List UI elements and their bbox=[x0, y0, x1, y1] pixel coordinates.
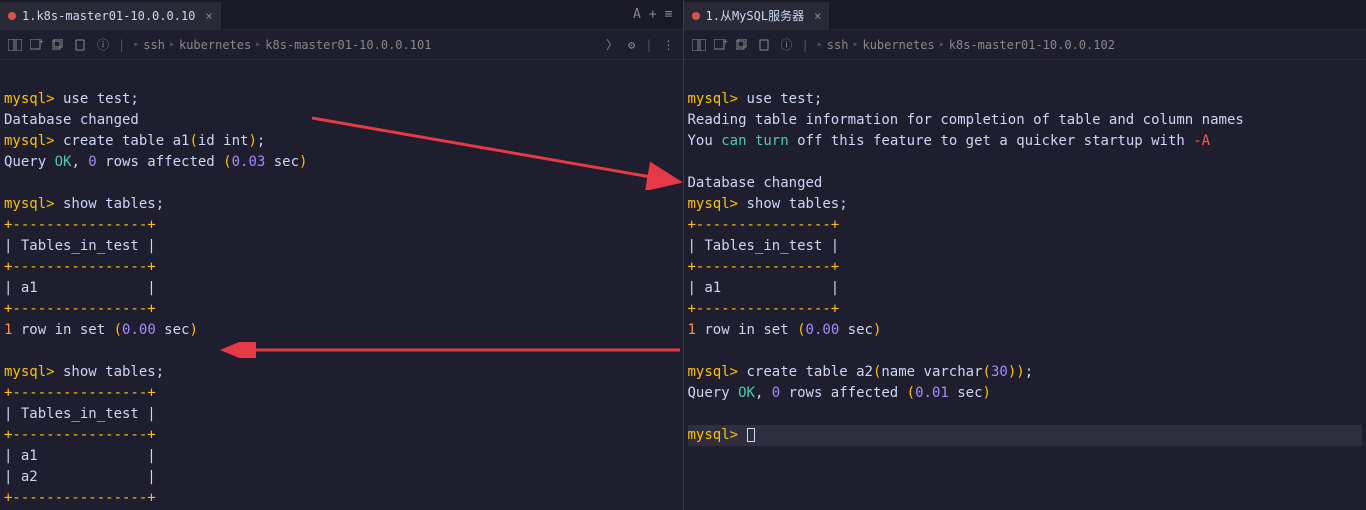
crumb-kubernetes[interactable]: kubernetes bbox=[862, 38, 934, 52]
tab-bar-left: 1.k8s-master01-10.0.0.10 × A + ≡ bbox=[0, 0, 683, 30]
tab-dot-icon bbox=[692, 12, 700, 20]
cursor-icon bbox=[747, 428, 755, 442]
add-panel-icon[interactable]: + bbox=[30, 38, 44, 52]
crumb-host[interactable]: k8s-master01-10.0.0.101 bbox=[265, 38, 431, 52]
more-icon[interactable]: ⋮ bbox=[663, 38, 675, 52]
left-terminal-pane: 1.k8s-master01-10.0.0.10 × A + ≡ + ⓘ | ▸… bbox=[0, 0, 684, 510]
tab-left[interactable]: 1.k8s-master01-10.0.0.10 × bbox=[0, 2, 222, 30]
chevron-right-icon: ▸ bbox=[817, 39, 823, 50]
tab-right[interactable]: 1.从MySQL服务器 × bbox=[684, 2, 831, 30]
chevron-right-icon: ▸ bbox=[169, 39, 175, 50]
crumb-ssh[interactable]: ssh bbox=[827, 38, 849, 52]
tab-dot-icon bbox=[8, 12, 16, 20]
toolbar-right-pane: + ⓘ | ▸ ssh ▸ kubernetes ▸ k8s-master01-… bbox=[684, 30, 1366, 60]
clipboard-icon[interactable] bbox=[758, 38, 772, 52]
chevron-right-icon: ▸ bbox=[133, 39, 139, 50]
terminal-right[interactable]: mysql> use test; Reading table informati… bbox=[684, 60, 1366, 510]
svg-text:+: + bbox=[39, 39, 44, 46]
info-icon[interactable]: ⓘ bbox=[780, 38, 794, 52]
chevron-right-icon: ▸ bbox=[852, 39, 858, 50]
chevron-right-icon: ▸ bbox=[939, 39, 945, 50]
mysql-prompt: mysql> bbox=[4, 91, 55, 107]
plus-icon[interactable]: + bbox=[649, 7, 657, 22]
crumb-ssh[interactable]: ssh bbox=[143, 38, 165, 52]
tab-label: 1.从MySQL服务器 bbox=[706, 7, 805, 24]
copy-icon[interactable] bbox=[736, 38, 750, 52]
tab-bar-right: 1.从MySQL服务器 × bbox=[684, 0, 1366, 30]
close-icon[interactable]: × bbox=[205, 9, 212, 23]
info-icon[interactable]: ⓘ bbox=[96, 38, 110, 52]
split-layout-icon[interactable] bbox=[8, 38, 22, 52]
crumb-kubernetes[interactable]: kubernetes bbox=[179, 38, 251, 52]
crumb-host[interactable]: k8s-master01-10.0.0.102 bbox=[949, 38, 1115, 52]
tab-label: 1.k8s-master01-10.0.0.10 bbox=[22, 9, 195, 23]
copy-icon[interactable] bbox=[52, 38, 66, 52]
chevron-right-icon: ▸ bbox=[255, 39, 261, 50]
breadcrumb: ▸ ssh ▸ kubernetes ▸ k8s-master01-10.0.0… bbox=[133, 38, 431, 52]
tab-bar-actions: A + ≡ bbox=[633, 7, 682, 22]
right-terminal-pane: 1.从MySQL服务器 × + ⓘ | ▸ ssh ▸ kubernetes ▸… bbox=[684, 0, 1366, 510]
split-layout-icon[interactable] bbox=[692, 38, 706, 52]
clipboard-icon[interactable] bbox=[74, 38, 88, 52]
toolbar-left: + ⓘ | ▸ ssh ▸ kubernetes ▸ k8s-master01-… bbox=[0, 30, 683, 60]
svg-text:+: + bbox=[723, 39, 728, 46]
close-icon[interactable]: × bbox=[814, 9, 821, 23]
zoom-a-icon[interactable]: A bbox=[633, 7, 641, 22]
gear-icon[interactable]: ⚙ bbox=[628, 38, 635, 52]
menu-icon[interactable]: ≡ bbox=[665, 7, 673, 22]
terminal-left[interactable]: mysql> use test; Database changed mysql>… bbox=[0, 60, 683, 510]
add-panel-icon[interactable]: + bbox=[714, 38, 728, 52]
toolbar-right: 〉 ⚙ | ⋮ bbox=[606, 36, 674, 53]
breadcrumb: ▸ ssh ▸ kubernetes ▸ k8s-master01-10.0.0… bbox=[817, 38, 1115, 52]
chevron-right-arrow-icon[interactable]: 〉 bbox=[606, 36, 618, 53]
